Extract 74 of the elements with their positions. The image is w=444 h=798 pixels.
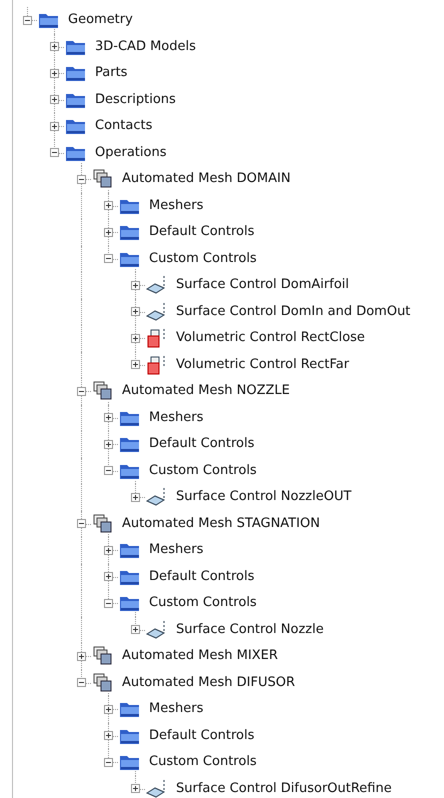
tree-item[interactable]: Volumetric Control RectClose (176, 329, 365, 348)
tree-item[interactable]: Parts (95, 64, 128, 82)
expand-icon[interactable] (50, 68, 59, 78)
expand-icon[interactable] (104, 228, 113, 237)
collapse-icon[interactable] (77, 174, 86, 184)
stacked-squares-icon (92, 672, 114, 693)
expand-icon[interactable] (131, 784, 140, 794)
expand-icon[interactable] (131, 307, 140, 316)
tree-item[interactable]: Default Controls (149, 726, 254, 745)
tree-item[interactable]: Geometry (68, 11, 133, 30)
collapse-icon[interactable] (104, 758, 113, 767)
tree-item[interactable]: Meshers (149, 541, 204, 560)
tree-item[interactable]: Custom Controls (149, 462, 257, 480)
folder-icon (119, 700, 141, 718)
stacked-squares-icon (92, 514, 114, 534)
tree-item[interactable]: Surface Control DomAirfoil (176, 276, 350, 294)
tree-item[interactable]: Default Controls (149, 223, 254, 242)
expand-icon[interactable] (131, 360, 140, 370)
folder-icon (65, 64, 87, 82)
tree-item[interactable]: Meshers (149, 196, 204, 215)
stacked-squares-icon (92, 381, 114, 402)
expand-icon[interactable] (50, 95, 59, 104)
folder-icon (119, 753, 141, 772)
tree-item[interactable]: Default Controls (149, 568, 254, 586)
collapse-icon[interactable] (77, 678, 86, 688)
collapse-icon[interactable] (23, 16, 32, 25)
tree-item[interactable]: Descriptions (95, 90, 176, 109)
expand-icon[interactable] (131, 625, 140, 634)
expand-icon[interactable] (104, 704, 113, 714)
folder-icon (119, 435, 141, 454)
tree-item[interactable]: 3D-CAD Models (95, 38, 196, 56)
tree-item[interactable]: Automated Mesh NOZZLE (122, 382, 290, 400)
expand-icon[interactable] (50, 42, 59, 52)
folder-icon (38, 11, 60, 30)
expand-icon[interactable] (104, 546, 113, 555)
tree-item[interactable]: Volumetric Control RectFar (176, 356, 350, 374)
collapse-icon[interactable] (50, 148, 59, 158)
tree-item[interactable]: Surface Control DifusorOutRefine (176, 780, 392, 798)
tree-item[interactable]: Operations (95, 144, 166, 162)
expand-icon[interactable] (77, 652, 86, 661)
expand-icon[interactable] (50, 122, 59, 131)
tree-item[interactable]: Custom Controls (149, 594, 257, 612)
expand-icon[interactable] (131, 334, 140, 343)
tree-item[interactable]: Automated Mesh DIFUSOR (122, 674, 296, 692)
collapse-icon[interactable] (77, 519, 86, 528)
tree-item[interactable]: Surface Control Nozzle (176, 620, 324, 639)
collapse-icon[interactable] (104, 598, 113, 608)
expand-icon[interactable] (104, 201, 113, 210)
collapse-icon[interactable] (104, 466, 113, 476)
stacked-squares-icon (92, 169, 114, 190)
folder-icon (119, 594, 141, 612)
collapse-icon[interactable] (104, 254, 113, 264)
tree-item[interactable]: Automated Mesh MIXER (122, 647, 278, 666)
stacked-squares-icon (92, 646, 114, 666)
tree-item[interactable]: Default Controls (149, 435, 254, 454)
expand-icon[interactable] (104, 572, 113, 582)
folder-icon (65, 117, 87, 136)
folder-icon (119, 223, 141, 242)
expand-icon[interactable] (131, 492, 140, 502)
tree-item[interactable]: Surface Control NozzleOUT (176, 488, 352, 506)
expand-icon[interactable] (104, 413, 113, 422)
tree-item[interactable]: Automated Mesh DOMAIN (122, 170, 291, 188)
tree-item[interactable]: Meshers (149, 700, 204, 718)
tree-item[interactable]: Surface Control DomIn and DomOut (176, 302, 410, 321)
tree-item[interactable]: Custom Controls (149, 753, 257, 772)
tree-item[interactable]: Custom Controls (149, 250, 257, 268)
collapse-icon[interactable] (77, 386, 86, 396)
tree-item[interactable]: Contacts (95, 117, 152, 136)
expand-icon[interactable] (104, 440, 113, 449)
expand-icon[interactable] (104, 731, 113, 740)
tree-item[interactable]: Automated Mesh STAGNATION (122, 514, 320, 533)
tree-item[interactable]: Meshers (149, 408, 204, 427)
folder-icon (119, 541, 141, 560)
expand-icon[interactable] (131, 280, 140, 290)
